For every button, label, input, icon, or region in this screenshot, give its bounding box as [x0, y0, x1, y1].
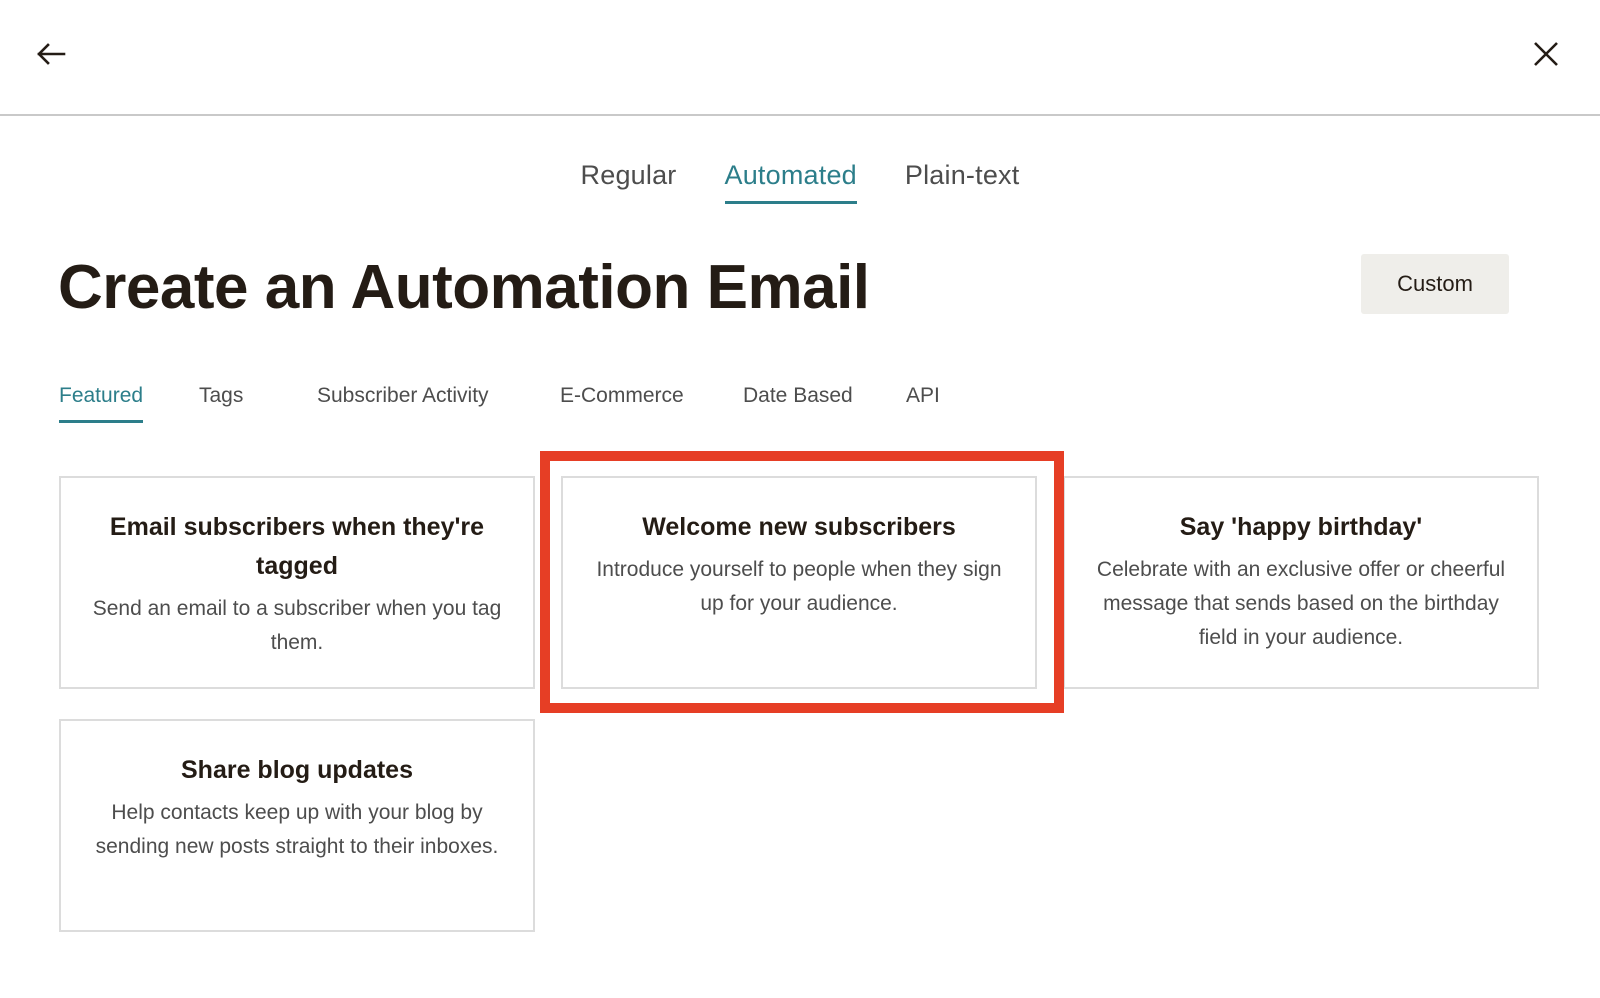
card-description: Celebrate with an exclusive offer or che…	[1096, 558, 1506, 649]
tab-plain-text[interactable]: Plain-text	[905, 156, 1020, 204]
card-description: Introduce yourself to people when they s…	[596, 558, 1002, 615]
arrow-left-icon	[37, 43, 66, 65]
email-type-tabs: Regular Automated Plain-text	[0, 156, 1600, 204]
card-description: Send an email to a subscriber when you t…	[92, 597, 502, 654]
tab-date-based[interactable]: Date Based	[743, 384, 853, 423]
card-welcome[interactable]: Welcome new subscribers Introduce yourse…	[561, 476, 1037, 689]
tab-api[interactable]: API	[906, 384, 940, 423]
back-button[interactable]	[27, 30, 75, 78]
tab-subscriber-activity[interactable]: Subscriber Activity	[317, 384, 489, 423]
card-title: Share blog updates	[181, 756, 413, 784]
close-button[interactable]	[1522, 30, 1570, 78]
card-blog[interactable]: Share blog updates Help contacts keep up…	[59, 719, 535, 932]
tab-automated[interactable]: Automated	[724, 156, 857, 204]
custom-button[interactable]: Custom	[1361, 254, 1509, 314]
top-bar	[0, 0, 1600, 116]
tab-regular[interactable]: Regular	[581, 156, 677, 204]
card-birthday[interactable]: Say 'happy birthday' Celebrate with an e…	[1063, 476, 1539, 689]
card-description: Help contacts keep up with your blog by …	[95, 801, 499, 858]
card-tagged[interactable]: Email subscribers when they're tagged Se…	[59, 476, 535, 689]
tab-tags[interactable]: Tags	[199, 384, 243, 423]
close-icon	[1534, 42, 1558, 66]
card-title: Welcome new subscribers	[642, 513, 956, 541]
page-title: Create an Automation Email	[58, 253, 870, 322]
tab-featured[interactable]: Featured	[59, 384, 144, 423]
card-title: Say 'happy birthday'	[1179, 513, 1423, 541]
card-title: Email subscribers when they're tagged	[109, 513, 485, 580]
tab-e-commerce[interactable]: E-Commerce	[560, 384, 684, 423]
